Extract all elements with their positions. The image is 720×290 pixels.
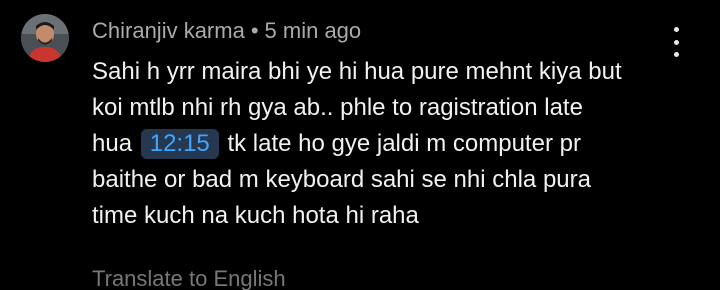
kebab-dot	[673, 39, 679, 45]
timestamp-link[interactable]: 12:15	[140, 129, 219, 159]
comment-time: 5 min ago	[264, 18, 362, 43]
comment-line: Sahi h yrr maira bhi ye hi hua pure mehn…	[92, 58, 622, 85]
avatar[interactable]	[21, 14, 69, 62]
comment-line-with-timestamp: hua 12:15 tk late ho gye jaldi m compute…	[92, 126, 692, 162]
comment-line-part: hua	[92, 130, 133, 157]
comment-line-part: tk late ho gye jaldi m computer pr	[227, 130, 581, 157]
comment-line: time kuch na kuch hota hi raha	[92, 202, 419, 229]
more-options-icon[interactable]	[668, 27, 684, 57]
translate-button[interactable]: Translate to English	[92, 264, 286, 290]
kebab-dot	[673, 27, 679, 32]
comment-header: Chiranjiv karma • 5 min ago	[92, 17, 361, 45]
avatar-image	[21, 14, 69, 62]
comment-line: koi mtlb nhi rh gya ab.. phle to ragistr…	[92, 94, 583, 121]
meta-separator: •	[250, 18, 259, 43]
comment-line: baithe or bad m keyboard sahi se nhi chl…	[92, 166, 591, 193]
comment-text: Sahi h yrr maira bhi ye hi hua pure mehn…	[92, 54, 692, 234]
author-name[interactable]: Chiranjiv karma	[92, 18, 245, 43]
comment-item: Chiranjiv karma • 5 min ago Sahi h yrr mai…	[0, 0, 720, 290]
